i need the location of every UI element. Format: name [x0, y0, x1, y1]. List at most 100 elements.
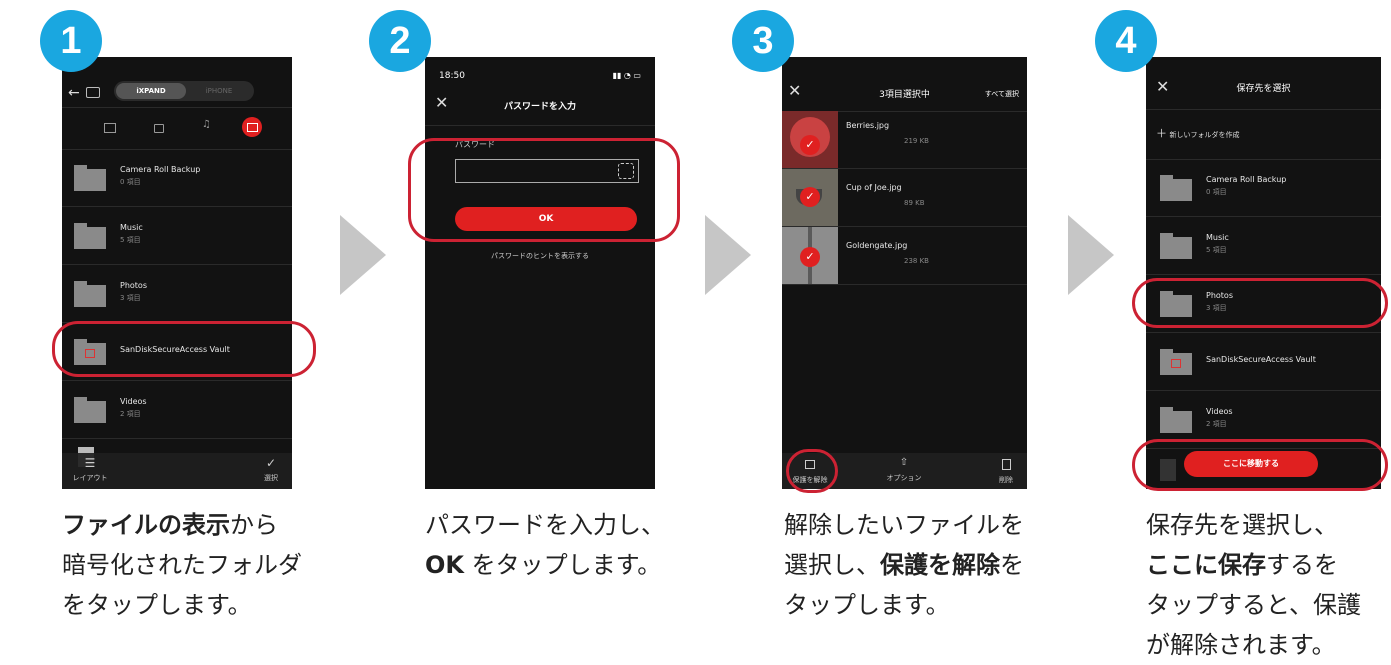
folder-icon — [1160, 233, 1192, 259]
list-item[interactable]: Music 5 項目 — [62, 207, 292, 265]
caption-text: から — [230, 511, 278, 539]
bottom-toolbar: ☰ レイアウト ✓ 選択 — [62, 453, 292, 489]
new-folder-button[interactable]: ＋ 新しいフォルダを作成 — [1156, 125, 1240, 141]
caption-text: タップすると、保護 — [1146, 591, 1362, 619]
folder-name: Camera Roll Backup — [1206, 175, 1287, 184]
caption-text: 暗号化されたフォルダ — [62, 551, 302, 579]
step-1-badge: 1 — [40, 10, 102, 72]
caption-text: タップします。 — [784, 591, 950, 619]
caption-bold: ファイルの表示 — [62, 511, 230, 539]
next-arrow-icon — [1068, 215, 1114, 295]
tab-iphone[interactable]: iPHONE — [186, 83, 252, 99]
caption-bold: OK — [425, 551, 464, 579]
folder-filter-icon[interactable] — [242, 117, 262, 137]
folder-name: Music — [120, 223, 143, 232]
caption-text: をタップします。 — [62, 591, 252, 619]
caption-bold: 保護を解除 — [880, 551, 1000, 579]
phone-screen-3: ✕ 3項目選択中 すべて選択 ✓ Berries.jpg 219 KB ✓ Cu… — [782, 57, 1027, 489]
folder-icon — [74, 281, 106, 307]
options-label: オプション — [886, 474, 922, 482]
select-all-button[interactable]: すべて選択 — [985, 89, 1019, 99]
list-item[interactable]: Photos 3 項目 — [62, 265, 292, 323]
folder-icon — [74, 223, 106, 249]
caption-step-3: 解除したいファイルを 選択し、保護を解除を タップします。 — [784, 505, 1024, 625]
caption-step-1: ファイルの表示から 暗号化されたフォルダ をタップします。 — [62, 505, 302, 625]
caption-text: をタップします。 — [464, 551, 662, 579]
phone-screen-2: 18:50 ▮▮ ◔ ▭ ✕ パスワードを入力 パスワード OK パスワードのヒ… — [425, 57, 655, 489]
share-icon: ⇧ — [899, 457, 909, 468]
folder-count: 2 項目 — [1206, 420, 1227, 428]
list-item[interactable]: Videos 2 項目 — [62, 381, 292, 439]
caption-step-2: パスワードを入力し、 OK をタップします。 — [425, 505, 665, 585]
file-row[interactable]: ✓ Cup of Joe.jpg 89 KB — [782, 169, 1027, 227]
folder-icon — [74, 397, 106, 423]
caption-text: 保存先を選択し、 — [1146, 511, 1338, 539]
vault-folder-item[interactable]: SanDiskSecureAccess Vault — [1146, 333, 1381, 391]
file-row[interactable]: ✓ Berries.jpg 219 KB — [782, 111, 1027, 169]
unprotect-highlight-ring — [786, 449, 838, 493]
photo-filter-icon[interactable] — [104, 123, 116, 133]
trash-icon — [1001, 459, 1011, 470]
file-size: 238 KB — [904, 257, 929, 265]
vault-highlight-ring — [52, 321, 316, 377]
cup-thumbnail: ✓ — [782, 169, 838, 226]
checked-icon[interactable]: ✓ — [800, 187, 820, 207]
folder-name: Camera Roll Backup — [120, 165, 201, 174]
step-3-badge: 3 — [732, 10, 794, 72]
folder-name: Videos — [120, 397, 147, 406]
folder-count: 3 項目 — [120, 294, 141, 302]
status-time: 18:50 — [439, 71, 465, 81]
phone-screen-1: ← iXPAND iPHONE ♫ Camera Roll Backup 0 項… — [62, 57, 292, 489]
folder-icon — [74, 165, 106, 191]
password-highlight-ring — [408, 138, 680, 242]
delete-button[interactable]: 削除 — [991, 457, 1021, 485]
berries-thumbnail: ✓ — [782, 111, 838, 168]
dialog-title: パスワードを入力 — [503, 102, 576, 112]
file-row[interactable]: ✓ Goldengate.jpg 238 KB — [782, 227, 1027, 285]
caption-bold: ここに保存 — [1146, 551, 1266, 579]
list-item[interactable]: Camera Roll Backup 0 項目 — [1146, 159, 1381, 217]
step-2-badge: 2 — [369, 10, 431, 72]
caption-text: するを — [1266, 551, 1338, 579]
back-arrow-icon[interactable]: ← — [68, 85, 80, 101]
file-name: Berries.jpg — [846, 121, 890, 130]
checked-icon[interactable]: ✓ — [800, 135, 820, 155]
tab-ixpand[interactable]: iXPAND — [116, 83, 186, 99]
folder-name: Videos — [1206, 407, 1233, 416]
move-highlight-ring — [1132, 439, 1388, 491]
list-item[interactable]: Camera Roll Backup 0 項目 — [62, 149, 292, 207]
folder-count: 0 項目 — [120, 178, 141, 186]
next-arrow-icon — [705, 215, 751, 295]
file-size: 219 KB — [904, 137, 929, 145]
new-folder-label: 新しいフォルダを作成 — [1169, 131, 1240, 139]
list-icon: ☰ — [84, 456, 96, 470]
password-hint-link[interactable]: パスワードのヒントを表示する — [425, 251, 655, 261]
file-size: 89 KB — [904, 199, 925, 207]
folder-count: 2 項目 — [120, 410, 141, 418]
layout-button[interactable]: ☰ レイアウト — [70, 457, 110, 483]
select-button[interactable]: ✓ 選択 — [256, 457, 286, 483]
folder-count: 0 項目 — [1206, 188, 1227, 196]
folder-name: SanDiskSecureAccess Vault — [1206, 355, 1316, 364]
cast-icon[interactable] — [86, 87, 100, 98]
music-filter-icon[interactable]: ♫ — [202, 119, 211, 130]
phone-screen-4: ✕ 保存先を選択 ＋ 新しいフォルダを作成 Camera Roll Backup… — [1146, 57, 1381, 489]
checked-icon[interactable]: ✓ — [800, 247, 820, 267]
caption-text: が解除されます。 — [1146, 631, 1336, 659]
status-icons: ▮▮ ◔ ▭ — [612, 71, 641, 80]
device-toggle[interactable]: iXPAND iPHONE — [114, 81, 254, 101]
select-label: 選択 — [264, 474, 278, 482]
check-icon: ✓ — [265, 456, 277, 470]
lock-folder-icon — [1160, 349, 1192, 375]
folder-count: 5 項目 — [1206, 246, 1227, 254]
folder-count: 5 項目 — [120, 236, 141, 244]
caption-text: 選択し、 — [784, 551, 880, 579]
file-name: Goldengate.jpg — [846, 241, 908, 250]
video-filter-icon[interactable] — [154, 124, 164, 133]
caption-step-4: 保存先を選択し、 ここに保存するを タップすると、保護 が解除されます。 — [1146, 505, 1361, 665]
caption-text: を — [1000, 551, 1024, 579]
options-button[interactable]: ⇧ オプション — [878, 457, 930, 483]
photos-highlight-ring — [1132, 278, 1388, 328]
list-item[interactable]: Music 5 項目 — [1146, 217, 1381, 275]
folder-icon — [1160, 407, 1192, 433]
